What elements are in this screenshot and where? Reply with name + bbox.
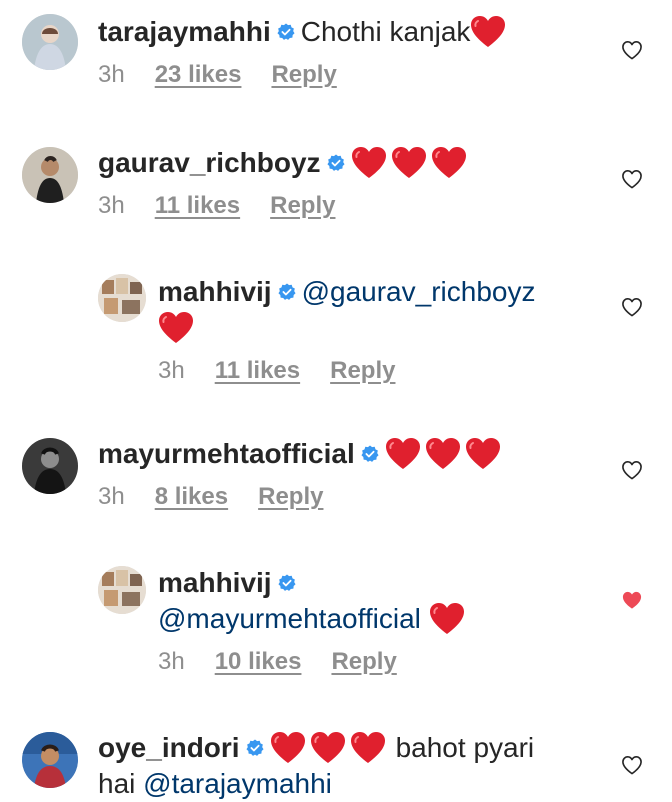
- heart-emoji-icon: [465, 437, 501, 471]
- heart-emoji-icon: [470, 15, 506, 49]
- reply-button[interactable]: Reply: [271, 61, 336, 88]
- mention-link[interactable]: @gaurav_richboyz: [302, 276, 536, 307]
- like-heart-icon[interactable]: [621, 40, 643, 60]
- verified-badge-icon: [327, 154, 345, 172]
- heart-emoji-icon: [431, 146, 467, 180]
- verified-badge-icon: [278, 574, 296, 592]
- like-heart-icon[interactable]: [621, 169, 643, 189]
- heart-emoji-icon: [425, 437, 461, 471]
- likes-count-link[interactable]: 11 likes: [215, 357, 300, 384]
- username[interactable]: mahhivij: [158, 276, 272, 307]
- heart-emoji-group: [429, 599, 469, 636]
- heart-emoji-group: [270, 728, 390, 765]
- likes-count-link[interactable]: 10 likes: [215, 648, 302, 675]
- username[interactable]: gaurav_richboyz: [98, 147, 321, 178]
- likes-count-link[interactable]: 8 likes: [155, 483, 228, 510]
- comment-time: 3h: [158, 648, 185, 675]
- like-heart-icon[interactable]: [621, 297, 643, 317]
- likes-count-link[interactable]: 11 likes: [155, 192, 240, 219]
- mention-link[interactable]: @tarajaymahhi: [143, 768, 332, 799]
- heart-emoji-group: [351, 143, 471, 180]
- mention-link[interactable]: @mayurmehtaofficial: [158, 603, 421, 634]
- reply-button[interactable]: Reply: [270, 192, 335, 219]
- heart-emoji-icon: [158, 311, 194, 345]
- heart-emoji-icon: [429, 602, 465, 636]
- reply-button[interactable]: Reply: [258, 483, 323, 510]
- like-heart-icon[interactable]: [621, 755, 643, 775]
- avatar[interactable]: [22, 438, 78, 494]
- avatar[interactable]: [22, 147, 78, 203]
- reply-button[interactable]: Reply: [331, 648, 396, 675]
- comment-time: 3h: [98, 61, 125, 88]
- username[interactable]: tarajaymahhi: [98, 16, 271, 47]
- comment-text: bahot pyari: [395, 732, 535, 763]
- avatar[interactable]: [98, 566, 146, 614]
- heart-emoji-icon: [350, 731, 386, 765]
- heart-emoji-icon: [351, 146, 387, 180]
- verified-badge-icon: [361, 445, 379, 463]
- like-heart-icon[interactable]: [621, 460, 643, 480]
- heart-emoji-group: [158, 308, 198, 345]
- avatar[interactable]: [22, 14, 78, 70]
- heart-emoji-icon: [270, 731, 306, 765]
- comment-text: Chothi kanjak: [300, 16, 471, 47]
- comment-text-continued: hai: [98, 768, 136, 799]
- heart-emoji-group: [470, 12, 510, 49]
- verified-badge-icon: [246, 739, 264, 757]
- heart-emoji-icon: [385, 437, 421, 471]
- username[interactable]: mayurmehtaofficial: [98, 438, 355, 469]
- heart-emoji-icon: [391, 146, 427, 180]
- verified-badge-icon: [278, 283, 296, 301]
- comment-time: 3h: [98, 483, 125, 510]
- verified-badge-icon: [277, 23, 295, 41]
- comment-time: 3h: [98, 192, 125, 219]
- username[interactable]: oye_indori: [98, 732, 240, 763]
- heart-emoji-group: [385, 434, 505, 471]
- reply-button[interactable]: Reply: [330, 357, 395, 384]
- avatar[interactable]: [98, 274, 146, 322]
- comment-time: 3h: [158, 357, 185, 384]
- likes-count-link[interactable]: 23 likes: [155, 61, 242, 88]
- heart-emoji-icon: [310, 731, 346, 765]
- username[interactable]: mahhivij: [158, 567, 272, 598]
- liked-heart-icon[interactable]: [621, 590, 643, 610]
